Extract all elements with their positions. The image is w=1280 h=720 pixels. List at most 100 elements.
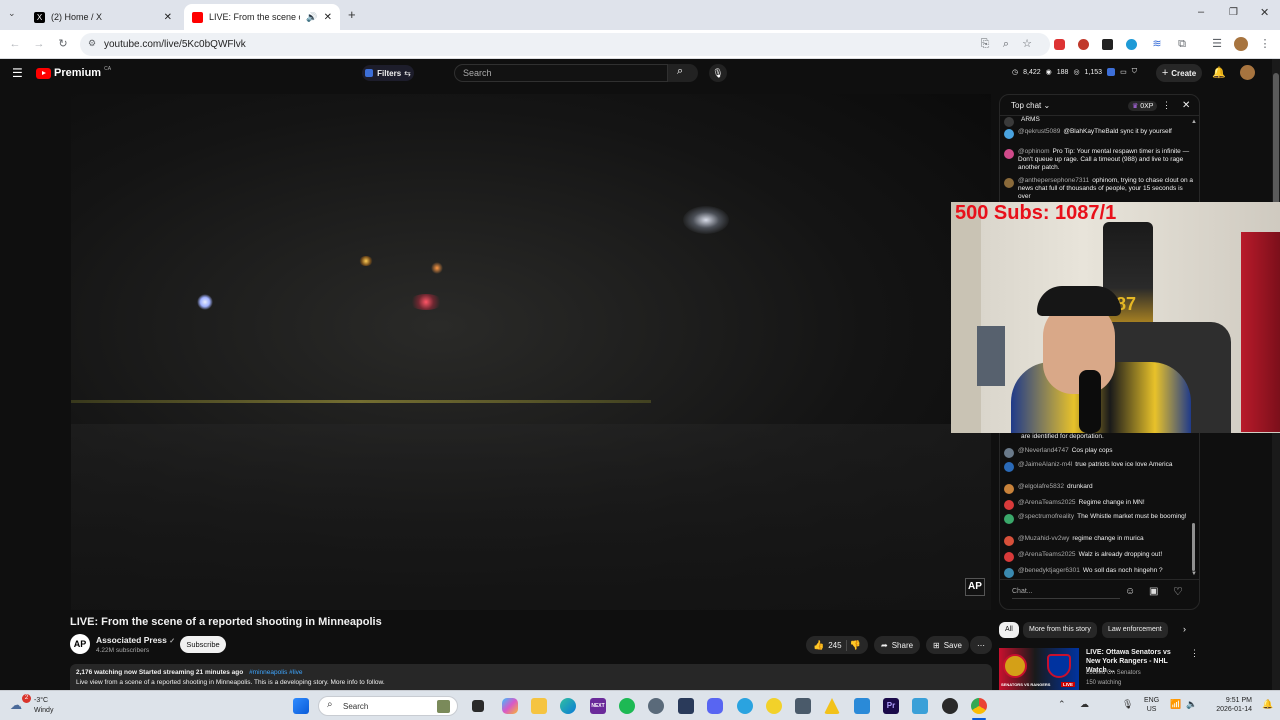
chat-avatar[interactable] bbox=[1004, 536, 1014, 546]
chat-author[interactable]: @benedyktjager6301 bbox=[1018, 567, 1080, 574]
chat-message[interactable]: @elgolafre5832 drunkard bbox=[1004, 483, 1194, 494]
video-player[interactable]: AP bbox=[71, 94, 991, 610]
save-button[interactable]: ⊞ Save bbox=[926, 636, 969, 654]
chat-message[interactable]: ARMS bbox=[1004, 116, 1194, 127]
address-bar[interactable]: ⚙ youtube.com/live/5Kc0bQWFlvk bbox=[80, 33, 1050, 56]
chat-avatar[interactable] bbox=[1004, 149, 1014, 159]
chat-message[interactable]: @benedyktjager6301 Wo soll das noch hinge… bbox=[1004, 567, 1194, 578]
recommended-more-icon[interactable]: ⋮ bbox=[1190, 648, 1199, 659]
taskbar-search-box[interactable]: ⌕ Search bbox=[318, 696, 458, 716]
chat-author[interactable]: @anthepersephone7311 bbox=[1018, 177, 1089, 184]
telegram-icon[interactable] bbox=[737, 698, 753, 714]
recommended-thumbnail[interactable]: SENATORS VS RANGERS LIVE bbox=[999, 648, 1079, 690]
cast-icon[interactable]: ▭ bbox=[1120, 68, 1127, 76]
chat-avatar[interactable] bbox=[1004, 117, 1014, 127]
install-app-icon[interactable]: ⎘ bbox=[978, 37, 992, 51]
close-tab-icon[interactable]: ✕ bbox=[164, 12, 172, 23]
chat-message[interactable]: @qekrust5089 @BlahKayTheBald sync it by y… bbox=[1004, 128, 1194, 139]
scroll-down-arrow-icon[interactable]: ▼ bbox=[1191, 571, 1197, 577]
speaker-icon[interactable]: 🔊 bbox=[306, 12, 317, 23]
tab-list-chevron-icon[interactable]: ⌄ bbox=[8, 8, 16, 19]
search-button[interactable]: ⌕ bbox=[668, 64, 698, 82]
chat-message[interactable]: @JaimeAlaniz-m4l true patriots love ice l… bbox=[1004, 461, 1194, 472]
sticky-app-icon[interactable] bbox=[766, 698, 782, 714]
volume-icon[interactable]: 🔈 bbox=[1186, 699, 1197, 710]
back-icon[interactable]: ← bbox=[8, 37, 22, 51]
chat-avatar[interactable] bbox=[1004, 178, 1014, 188]
next-app-icon[interactable]: NEXT bbox=[590, 698, 606, 714]
chat-message[interactable]: @anthepersephone7311 ophinom, trying to c… bbox=[1004, 177, 1194, 201]
extension-wave-icon[interactable]: ≋ bbox=[1150, 37, 1164, 51]
chat-author[interactable]: @JaimeAlaniz-m4l bbox=[1018, 461, 1072, 468]
snipping-tool-icon[interactable] bbox=[854, 698, 870, 714]
chat-avatar[interactable] bbox=[1004, 434, 1014, 444]
subscribe-button[interactable]: Subscribe bbox=[180, 636, 226, 653]
tab-home-x[interactable]: X (2) Home / X ✕ bbox=[26, 4, 180, 30]
dislike-button[interactable]: 👎 bbox=[850, 640, 861, 651]
chip-more-from-story[interactable]: More from this story bbox=[1023, 622, 1097, 638]
chat-message[interactable]: @ArenaTeams2025 Walz is already dropping … bbox=[1004, 551, 1194, 562]
chat-avatar[interactable] bbox=[1004, 500, 1014, 510]
tray-network-icon[interactable]: ☁ bbox=[1080, 699, 1089, 710]
chat-message[interactable]: @spectrumofreality The Whistle market mus… bbox=[1004, 513, 1194, 524]
chat-message[interactable]: @ArenaTeams2025 Regime change in MN! bbox=[1004, 499, 1194, 510]
tab-youtube-live[interactable]: LIVE: From the scene of a re 🔊 ✕ bbox=[184, 4, 340, 30]
extension-dark-icon[interactable] bbox=[1102, 39, 1113, 50]
chip-all[interactable]: All bbox=[999, 622, 1019, 638]
channel-avatar[interactable]: AP bbox=[70, 634, 90, 654]
weather-widget[interactable]: ☁ 2 -3°C Windy bbox=[8, 694, 68, 718]
calculator-icon[interactable] bbox=[795, 698, 811, 714]
chat-author[interactable]: @ArenaTeams2025 bbox=[1018, 551, 1076, 558]
extension-block-icon[interactable] bbox=[1078, 39, 1089, 50]
scroll-up-arrow-icon[interactable]: ▲ bbox=[1191, 119, 1197, 125]
reload-icon[interactable]: ↻ bbox=[56, 37, 70, 51]
new-tab-icon[interactable]: + bbox=[348, 7, 356, 22]
task-view-icon[interactable] bbox=[472, 700, 484, 712]
premiere-icon[interactable]: Pr bbox=[883, 698, 899, 714]
microphone-icon[interactable]: 🎙 bbox=[709, 64, 727, 82]
copilot-icon[interactable] bbox=[502, 698, 518, 714]
tray-chevron-icon[interactable]: ⌃ bbox=[1058, 699, 1066, 710]
chat-close-icon[interactable]: ✕ bbox=[1182, 100, 1190, 111]
notifications-bell-icon[interactable]: 🔔 bbox=[1212, 66, 1226, 79]
chat-author[interactable]: @Neverland4747 bbox=[1018, 447, 1069, 454]
chat-scrollbar-thumb[interactable] bbox=[1192, 523, 1195, 571]
like-button[interactable]: 👍 245 bbox=[813, 640, 842, 651]
chip-law-enforcement[interactable]: Law enforcement bbox=[1102, 622, 1168, 638]
chat-author[interactable]: @elgolafre5832 bbox=[1018, 483, 1064, 490]
create-button[interactable]: + Create bbox=[1156, 64, 1202, 82]
chat-message[interactable]: @Neverland4747 Cos play cops bbox=[1004, 447, 1194, 458]
points-badge[interactable]: ♛ 0XP bbox=[1128, 101, 1158, 111]
chat-avatar[interactable] bbox=[1004, 552, 1014, 562]
recommended-channel[interactable]: Locked On Senators bbox=[1086, 670, 1141, 676]
wifi-icon[interactable]: 📶 bbox=[1170, 699, 1181, 710]
channel-name[interactable]: Associated Press ✓ bbox=[96, 635, 175, 645]
heart-icon[interactable]: ♡ bbox=[1173, 585, 1183, 598]
maximize-icon[interactable]: ❐ bbox=[1229, 7, 1238, 18]
extension-blue-icon[interactable] bbox=[1126, 39, 1137, 50]
account-avatar[interactable] bbox=[1240, 65, 1255, 80]
chat-author[interactable]: @qekrust5089 bbox=[1018, 128, 1060, 135]
chat-message[interactable]: @ophinom Pro Tip: Your mental respawn tim… bbox=[1004, 148, 1194, 172]
chat-author[interactable]: @ArenaTeams2025 bbox=[1018, 499, 1076, 506]
chat-avatar[interactable] bbox=[1004, 484, 1014, 494]
emoji-icon[interactable]: ☺ bbox=[1125, 586, 1135, 597]
bookmark-star-icon[interactable]: ☆ bbox=[1020, 37, 1034, 51]
obs-icon[interactable] bbox=[942, 698, 958, 714]
chat-avatar[interactable] bbox=[1004, 568, 1014, 578]
chat-more-icon[interactable]: ⋮ bbox=[1162, 100, 1171, 111]
zoom-icon[interactable]: ⌕ bbox=[999, 37, 1013, 51]
forward-icon[interactable]: → bbox=[32, 37, 46, 51]
chat-avatar[interactable] bbox=[1004, 448, 1014, 458]
notifications-icon[interactable]: 🔔 bbox=[1262, 699, 1273, 710]
extension-icon[interactable] bbox=[1107, 68, 1116, 76]
share-button[interactable]: ➦ Share bbox=[874, 636, 921, 654]
description-box[interactable]: 2,176 watching now Started streaming 21 … bbox=[70, 664, 992, 690]
clock[interactable]: 9:51 PM 2026-01-14 bbox=[1208, 696, 1252, 714]
hashtags[interactable]: #minneapolis #live bbox=[249, 669, 302, 676]
warning-app-icon[interactable] bbox=[824, 698, 840, 714]
close-window-icon[interactable]: ✕ bbox=[1260, 6, 1269, 19]
chat-avatar[interactable] bbox=[1004, 462, 1014, 472]
ticket-icon[interactable]: ⛉ bbox=[1132, 68, 1137, 76]
top-chat-dropdown[interactable]: Top chat ⌄ bbox=[1011, 101, 1050, 110]
